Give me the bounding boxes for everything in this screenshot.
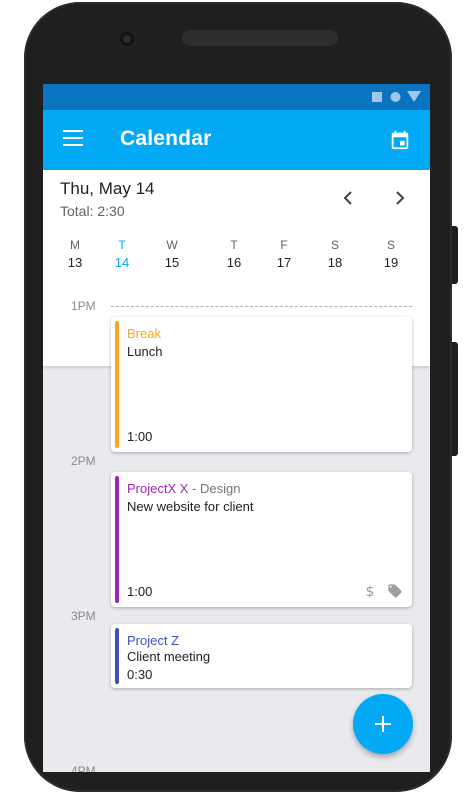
calendar-icon[interactable] [389, 129, 411, 151]
week-day-fri[interactable]: F 17 [266, 238, 302, 270]
week-day-thu[interactable]: T 16 [216, 238, 252, 270]
week-day-mon[interactable]: M 13 [57, 238, 93, 270]
add-entry-button[interactable] [353, 694, 413, 754]
selected-date: Thu, May 14 [60, 179, 155, 198]
event-card-projectz[interactable]: Project Z Client meeting 0:30 [111, 624, 412, 688]
week-day-tue-selected[interactable]: T 14 [104, 238, 140, 270]
chevron-left-icon[interactable] [340, 190, 356, 206]
event-description: Lunch [127, 344, 163, 359]
day-total: Total: 2:30 [60, 203, 125, 219]
hour-label-2pm: 2PM [71, 454, 96, 468]
event-description: Client meeting [127, 649, 211, 664]
svg-text:$: $ [366, 584, 375, 599]
chevron-right-icon[interactable] [392, 190, 408, 206]
hour-label-4pm: 4PM [71, 764, 96, 772]
status-bar [43, 84, 430, 110]
hour-label-1pm: 1PM [71, 299, 96, 313]
dollar-icon: $ [366, 584, 375, 599]
event-duration: 1:00 [127, 584, 153, 599]
event-duration: 0:30 [127, 667, 153, 682]
menu-icon[interactable] [63, 130, 83, 148]
hour-divider [111, 306, 412, 307]
event-card-projectx[interactable]: ProjectX X - Design New website for clie… [111, 472, 412, 607]
hour-label-3pm: 3PM [71, 609, 96, 623]
event-duration: 1:00 [127, 429, 153, 444]
event-color-bar [115, 628, 119, 684]
volume-button [452, 342, 458, 456]
recents-icon [372, 92, 382, 102]
app-screen: Calendar Thu, May 14 Total: 2:30 M 13 T … [43, 84, 430, 772]
event-project: Project Z [127, 633, 180, 648]
event-description: New website for client [127, 499, 254, 514]
home-icon [390, 92, 401, 102]
week-day-sun[interactable]: S 19 [373, 238, 409, 270]
event-task: - Design [188, 481, 241, 496]
event-color-bar [115, 321, 119, 448]
week-day-sat[interactable]: S 18 [317, 238, 353, 270]
week-day-wed[interactable]: W 15 [154, 238, 190, 270]
app-bar: Calendar [43, 110, 430, 170]
tag-icon [388, 584, 402, 598]
event-card-break[interactable]: Break Lunch 1:00 [111, 317, 412, 452]
power-button [452, 226, 458, 284]
earpiece-speaker [182, 30, 338, 46]
app-title: Calendar [120, 127, 212, 150]
event-project: Break [127, 326, 161, 341]
event-color-bar [115, 476, 119, 603]
front-camera [120, 32, 134, 46]
back-icon [407, 91, 421, 102]
event-project: ProjectX X - Design [127, 481, 241, 496]
plus-icon [375, 716, 391, 732]
